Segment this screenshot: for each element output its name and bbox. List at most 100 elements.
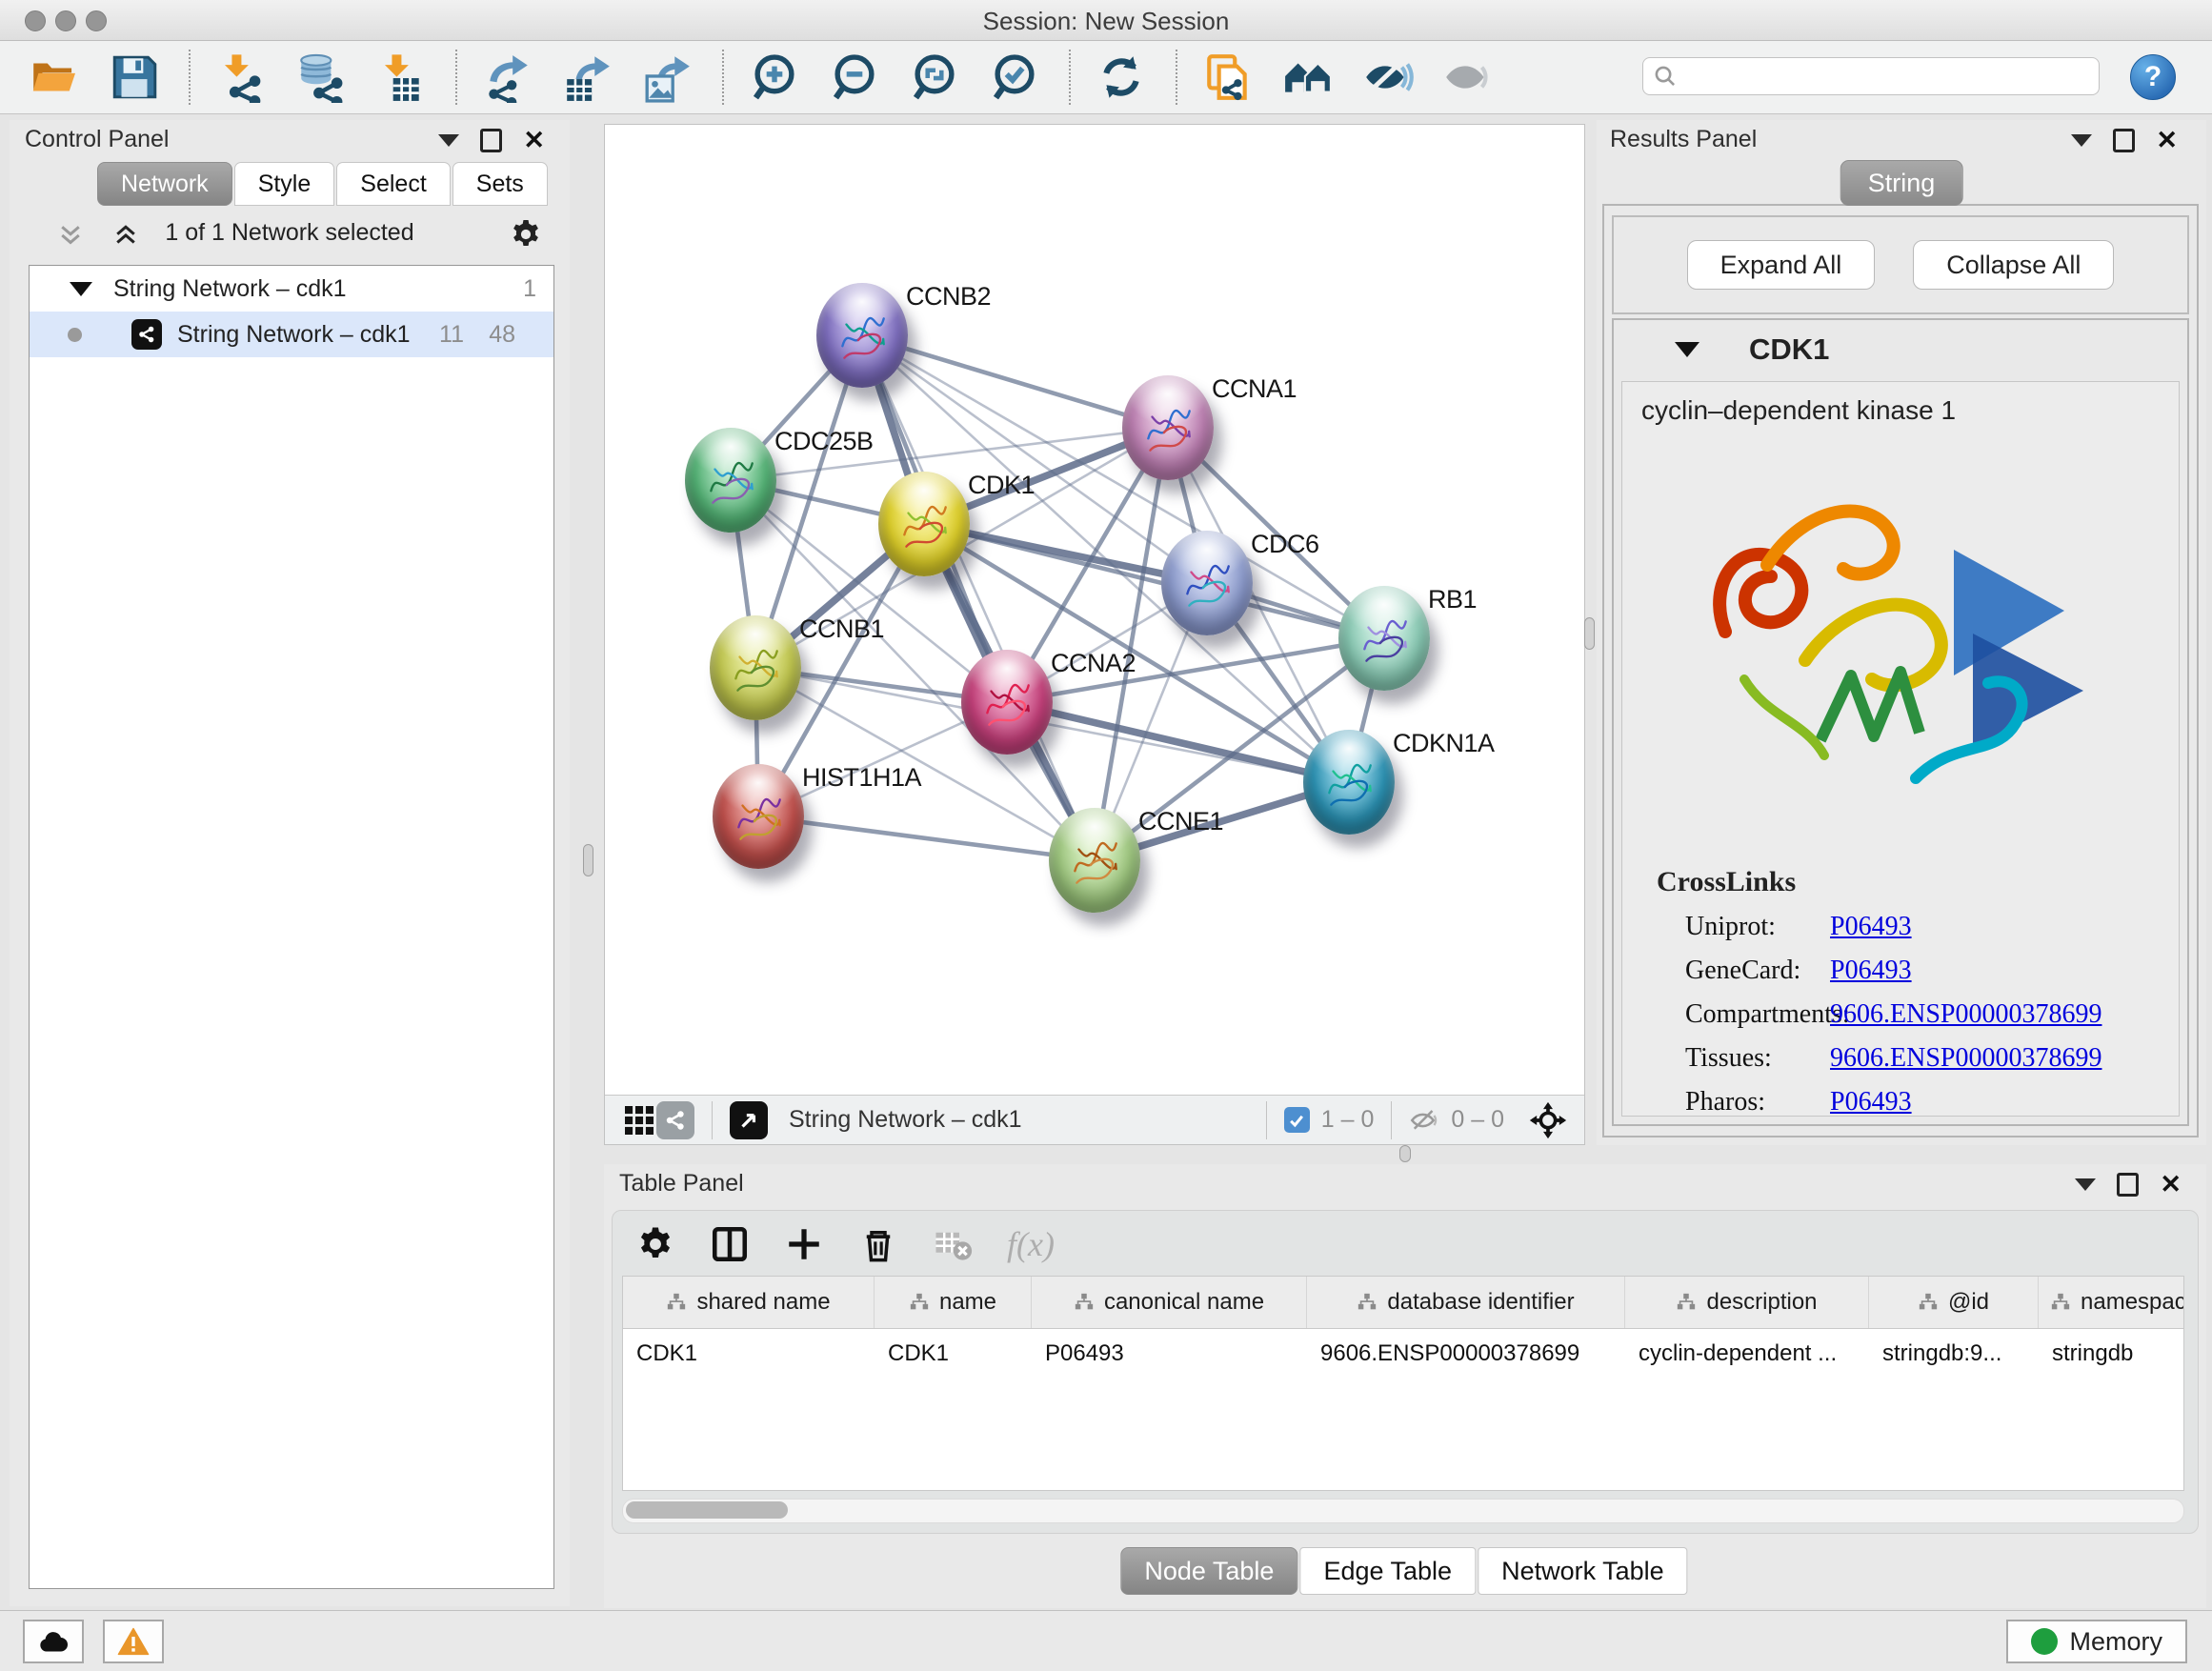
network-row[interactable]: String Network – cdk1 11 48 <box>30 312 553 357</box>
node-cdc25b[interactable] <box>685 428 776 533</box>
right-splitter-handle[interactable] <box>1584 617 1595 650</box>
import-network-icon[interactable] <box>213 50 269 105</box>
expand-all-button[interactable]: Expand All <box>1687 240 1876 290</box>
node-ccna1[interactable] <box>1122 375 1214 480</box>
panel-menu-icon[interactable] <box>2071 134 2092 147</box>
tab-style[interactable]: Style <box>234 162 335 206</box>
node-hist1h1a[interactable] <box>713 764 804 869</box>
search-box[interactable] <box>1642 57 2100 95</box>
zoom-selected-icon[interactable] <box>987 50 1042 105</box>
crosslink-value-link[interactable]: 9606.ENSP00000378699 <box>1830 999 2101 1030</box>
float-panel-icon[interactable] <box>2113 129 2135 152</box>
column-header-description[interactable]: description <box>1625 1277 1869 1328</box>
close-panel-icon[interactable]: ✕ <box>523 128 545 153</box>
node-ccnb2[interactable] <box>816 283 908 388</box>
column-header-namespace[interactable]: namespace <box>2039 1277 2184 1328</box>
node-cdc6[interactable] <box>1161 531 1253 635</box>
network-view-icon[interactable] <box>656 1101 694 1139</box>
export-table-icon[interactable] <box>560 50 615 105</box>
table-row[interactable]: CDK1CDK1P064939606.ENSP00000378699cyclin… <box>623 1329 2183 1379</box>
network-canvas[interactable]: CCNB2 CCNA1 CDC25B CDK1 CDC6 RB1 CCNB1 C… <box>605 125 1584 1095</box>
column-header-name[interactable]: name <box>875 1277 1032 1328</box>
network-collection-row[interactable]: String Network – cdk1 1 <box>30 266 553 312</box>
tab-sets[interactable]: Sets <box>452 162 548 206</box>
pan-mode-icon[interactable] <box>1529 1101 1567 1139</box>
edge-CCNA2-CDKN1A <box>1007 702 1349 782</box>
help-button[interactable]: ? <box>2130 54 2176 100</box>
panel-menu-icon[interactable] <box>438 134 459 147</box>
table-cell[interactable]: stringdb:9... <box>1869 1329 2039 1379</box>
collapse-arrow-icon[interactable] <box>1675 342 1699 357</box>
table-cell[interactable]: stringdb <box>2039 1329 2184 1379</box>
scrollbar-thumb[interactable] <box>626 1501 788 1519</box>
column-header-database-identifier[interactable]: database identifier <box>1307 1277 1625 1328</box>
tab-node-table[interactable]: Node Table <box>1120 1547 1297 1595</box>
table-cell[interactable]: cyclin-dependent ... <box>1625 1329 1869 1379</box>
left-splitter-handle[interactable] <box>583 844 593 876</box>
node-table[interactable]: shared namenamecanonical namedatabase id… <box>622 1276 2184 1491</box>
cloud-status-button[interactable] <box>23 1620 84 1663</box>
tab-network-table[interactable]: Network Table <box>1478 1547 1688 1595</box>
table-cell[interactable]: CDK1 <box>623 1329 875 1379</box>
search-input[interactable] <box>1678 63 2099 90</box>
gear-icon[interactable] <box>635 1224 675 1264</box>
delete-column-icon[interactable] <box>858 1224 898 1264</box>
crosslink-value-link[interactable]: 9606.ENSP00000378699 <box>1830 1043 2101 1074</box>
float-panel-icon[interactable] <box>2117 1173 2139 1197</box>
selected-checkbox-icon[interactable] <box>1284 1107 1310 1133</box>
show-columns-icon[interactable] <box>710 1224 750 1264</box>
zoom-out-icon[interactable] <box>827 50 882 105</box>
import-table-icon[interactable] <box>373 50 429 105</box>
panel-menu-icon[interactable] <box>2075 1178 2096 1191</box>
zoom-fit-icon[interactable] <box>907 50 962 105</box>
close-panel-icon[interactable]: ✕ <box>2160 1172 2182 1198</box>
crosslink-value-link[interactable]: P06493 <box>1830 1087 1912 1117</box>
node-cdkn1a[interactable] <box>1303 730 1395 835</box>
save-session-icon[interactable] <box>107 50 162 105</box>
crosslink-label: Uniprot: <box>1685 912 1776 942</box>
horizontal-splitter-handle[interactable] <box>1399 1145 1411 1162</box>
memory-button[interactable]: Memory <box>2006 1620 2187 1663</box>
collapse-arrow-icon[interactable] <box>70 282 92 296</box>
gear-icon[interactable] <box>509 217 543 252</box>
collapse-all-button[interactable]: Collapse All <box>1913 240 2114 290</box>
grid-mode-icon[interactable] <box>622 1103 656 1137</box>
crosslink-value-link[interactable]: P06493 <box>1830 912 1912 942</box>
zoom-in-icon[interactable] <box>747 50 802 105</box>
birds-eye-view-icon[interactable] <box>730 1101 768 1139</box>
export-image-icon[interactable] <box>640 50 695 105</box>
node-ccna2[interactable] <box>961 650 1053 755</box>
node-ccnb1[interactable] <box>710 615 801 720</box>
tab-network[interactable]: Network <box>97 162 232 206</box>
gene-section: CDK1 cyclin–dependent kinase 1 Cross <box>1612 318 2189 1126</box>
refresh-icon[interactable] <box>1094 50 1149 105</box>
tab-string[interactable]: String <box>1840 160 1963 206</box>
table-cell[interactable]: CDK1 <box>875 1329 1032 1379</box>
hide-selected-icon[interactable] <box>1360 50 1416 105</box>
toolbar-separator <box>189 50 191 105</box>
node-label-ccnb1: CCNB1 <box>799 614 884 644</box>
column-header-@id[interactable]: @id <box>1869 1277 2039 1328</box>
column-header-canonical-name[interactable]: canonical name <box>1032 1277 1307 1328</box>
open-session-icon[interactable] <box>27 50 82 105</box>
node-rb1[interactable] <box>1338 586 1430 691</box>
export-network-icon[interactable] <box>480 50 535 105</box>
warnings-button[interactable] <box>103 1620 164 1663</box>
crosslink-value-link[interactable]: P06493 <box>1830 956 1912 986</box>
show-all-icon[interactable] <box>1440 50 1496 105</box>
tab-select[interactable]: Select <box>336 162 450 206</box>
float-panel-icon[interactable] <box>480 129 502 152</box>
node-ccne1[interactable] <box>1049 808 1140 913</box>
column-header-shared-name[interactable]: shared name <box>623 1277 875 1328</box>
table-cell[interactable]: 9606.ENSP00000378699 <box>1307 1329 1625 1379</box>
table-cell[interactable]: P06493 <box>1032 1329 1307 1379</box>
clone-network-icon[interactable] <box>1200 50 1256 105</box>
tab-edge-table[interactable]: Edge Table <box>1299 1547 1476 1595</box>
table-hscrollbar[interactable] <box>622 1499 2184 1523</box>
close-panel-icon[interactable]: ✕ <box>2156 128 2178 153</box>
import-network-database-icon[interactable] <box>293 50 349 105</box>
home-view-icon[interactable] <box>1280 50 1336 105</box>
hidden-eye-icon[interactable] <box>1409 1106 1441 1135</box>
add-column-icon[interactable] <box>784 1224 824 1264</box>
node-cdk1[interactable] <box>878 472 970 576</box>
